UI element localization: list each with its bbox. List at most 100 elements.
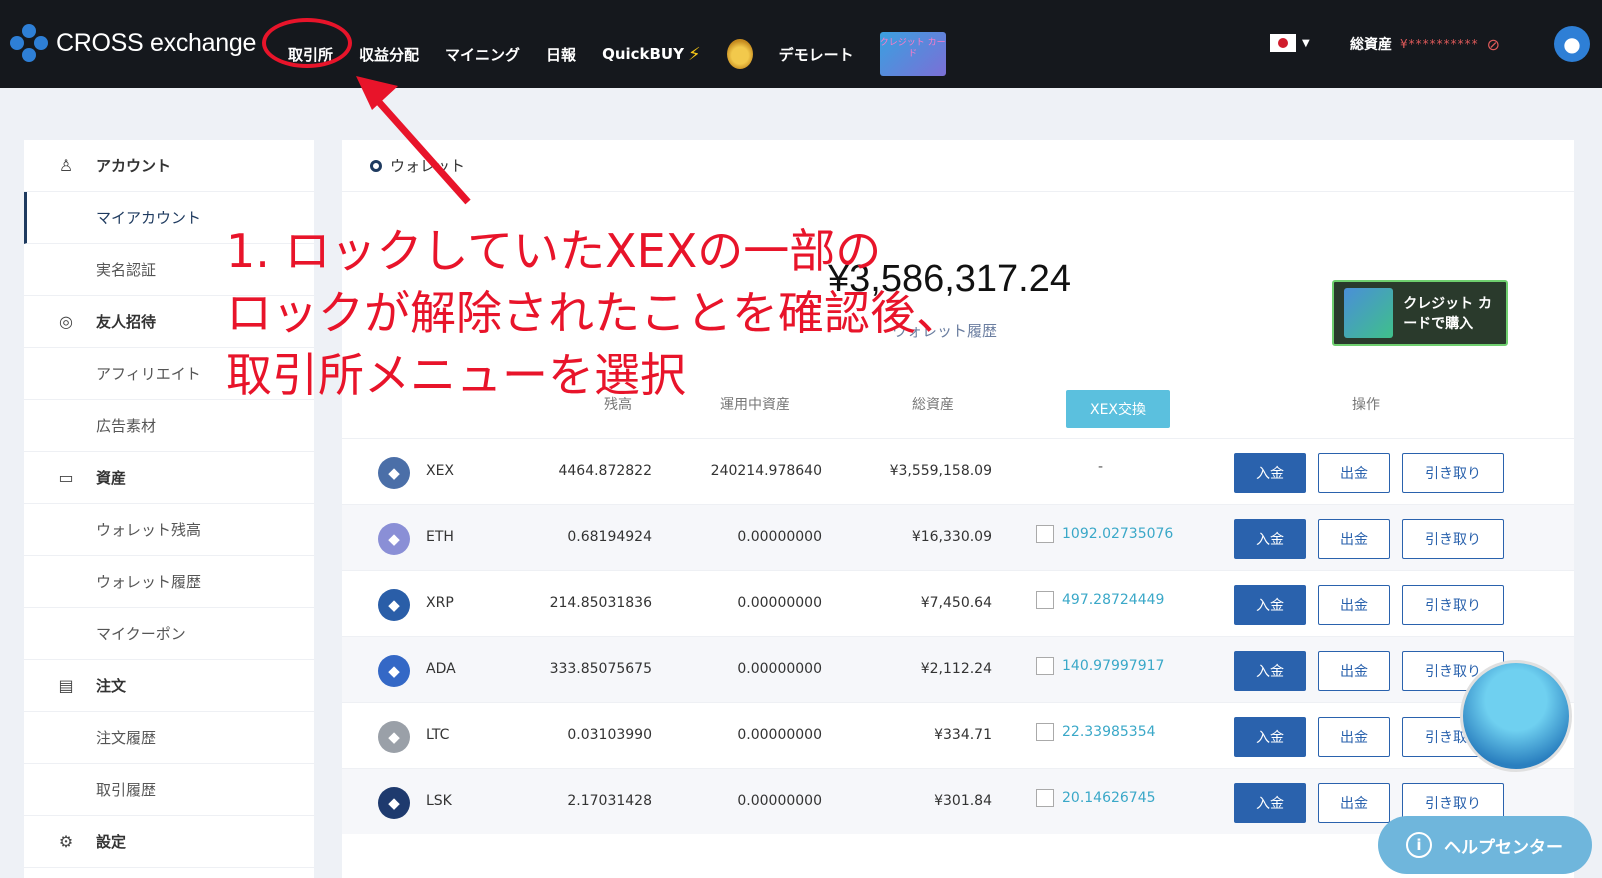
withdraw-button[interactable]: 出金 — [1318, 717, 1390, 757]
chevron-down-icon: ▼ — [1302, 37, 1310, 49]
balance-cell: 2.17031428 — [567, 793, 652, 809]
xex-checkbox[interactable] — [1036, 657, 1054, 675]
sidebar-item-account[interactable]: ♙ アカウント — [24, 140, 314, 192]
annotation-line: ロックが解除されたことを確認後、 — [226, 286, 962, 340]
gear-icon: ⚙ — [58, 832, 74, 851]
annotation-arrow-icon — [356, 76, 471, 205]
xex-checkbox[interactable] — [1036, 789, 1054, 807]
help-center-button[interactable]: i ヘルプセンター — [1378, 816, 1592, 874]
in-use-cell: 0.00000000 — [737, 793, 822, 809]
xex-cell: - — [1098, 459, 1103, 475]
coin-symbol: XRP — [426, 595, 454, 611]
user-avatar[interactable]: ● — [1554, 26, 1590, 62]
logo-text: CROSS exchange — [56, 28, 257, 57]
total-cell: ¥3,559,158.09 — [889, 463, 992, 479]
annotation-line: 1. ロックしていたXEXの一部の — [226, 224, 882, 278]
sidebar-item-settings[interactable]: ⚙ 設定 — [24, 816, 314, 868]
sidebar-label: アカウント — [96, 157, 172, 175]
total-cell: ¥7,450.64 — [920, 595, 992, 611]
sidebar-item-coupon[interactable]: マイクーポン — [24, 608, 314, 660]
nav-quickbuy-label: QuickBUY — [602, 45, 684, 63]
total-cell: ¥301.84 — [934, 793, 992, 809]
logo[interactable]: CROSS exchange — [10, 24, 256, 62]
xex-cell: 20.14626745 — [1036, 789, 1156, 807]
coin-ada-icon: ◆ — [378, 655, 410, 687]
table-row: ◆ LTC 0.03103990 0.00000000 ¥334.71 22.339853… — [342, 702, 1574, 768]
in-use-cell: 240214.978640 — [710, 463, 822, 479]
logo-mark-icon — [10, 24, 48, 62]
coin-symbol: ADA — [426, 661, 456, 677]
nav-demo[interactable]: デモレート — [779, 44, 854, 65]
nav-quickbuy[interactable]: QuickBUY ⚡ — [602, 44, 701, 65]
user-icon: ● — [1563, 32, 1581, 56]
xex-checkbox[interactable] — [1036, 591, 1054, 609]
coin-xex-icon: ◆ — [378, 457, 410, 489]
sidebar-item-wallet-balance[interactable]: ウォレット残高 — [24, 504, 314, 556]
xex-exchange-button[interactable]: XEX交換 — [1066, 390, 1170, 428]
sidebar-item-orders[interactable]: ▤ 注文 — [24, 660, 314, 712]
table-row: ◆ XRP 214.85031836 0.00000000 ¥7,450.64 497.2… — [342, 570, 1574, 636]
deposit-button[interactable]: 入金 — [1234, 783, 1306, 823]
language-selector[interactable]: ▼ — [1270, 34, 1310, 52]
in-use-cell: 0.00000000 — [737, 661, 822, 677]
withdraw-button[interactable]: 出金 — [1318, 585, 1390, 625]
bolt-icon: ⚡ — [687, 43, 701, 65]
table-row: ◆ ADA 333.85075675 0.00000000 ¥2,112.24 140.9… — [342, 636, 1574, 702]
deposit-button[interactable]: 入金 — [1234, 453, 1306, 493]
sidebar-item-wallet-history[interactable]: ウォレット履歴 — [24, 556, 314, 608]
sidebar-item-assets[interactable]: ▭ 資産 — [24, 452, 314, 504]
wallet-header: ウォレット — [342, 140, 1574, 192]
user-icon: ♙ — [58, 156, 74, 175]
buy-button-label: クレジット カードで購入 — [1403, 296, 1493, 332]
credit-card-icon — [1344, 288, 1394, 338]
withdraw-button[interactable]: 出金 — [1318, 783, 1390, 823]
eye-hidden-icon[interactable]: ⊘ — [1487, 35, 1500, 54]
annotation-text: 1. ロックしていたXEXの一部の ロックが解除されたことを確認後、 取引所メニ… — [226, 220, 962, 406]
sidebar-item-trade-history[interactable]: 取引履歴 — [24, 764, 314, 816]
credit-card-buy-button[interactable]: クレジット カードで購入 — [1332, 280, 1508, 346]
coin-symbol: LSK — [426, 793, 452, 809]
deposit-button[interactable]: 入金 — [1234, 519, 1306, 559]
nav-mining[interactable]: マイニング — [445, 44, 520, 65]
xex-value[interactable]: 140.97997917 — [1062, 658, 1164, 674]
xex-value[interactable]: 497.28724449 — [1062, 592, 1164, 608]
help-center-label: ヘルプセンター — [1444, 837, 1563, 858]
coin-ltc-icon: ◆ — [378, 721, 410, 753]
floating-ad-banner[interactable] — [1460, 660, 1572, 772]
total-assets: 総資産 ¥********** ⊘ — [1350, 34, 1500, 54]
medal-icon[interactable] — [726, 39, 753, 69]
in-use-cell: 0.00000000 — [737, 529, 822, 545]
withdraw-button[interactable]: 出金 — [1318, 651, 1390, 691]
xex-checkbox[interactable] — [1036, 525, 1054, 543]
balance-cell: 0.03103990 — [567, 727, 652, 743]
xex-checkbox[interactable] — [1036, 723, 1054, 741]
xex-value: - — [1098, 459, 1104, 475]
nav-daily[interactable]: 日報 — [546, 44, 576, 65]
folder-icon: ▭ — [58, 468, 74, 487]
pull-button[interactable]: 引き取り — [1402, 519, 1504, 559]
deposit-button[interactable]: 入金 — [1234, 651, 1306, 691]
sidebar-label: 注文 — [96, 677, 127, 695]
deposit-button[interactable]: 入金 — [1234, 717, 1306, 757]
xex-value[interactable]: 1092.02735076 — [1062, 526, 1173, 542]
withdraw-button[interactable]: 出金 — [1318, 519, 1390, 559]
pull-button[interactable]: 引き取り — [1402, 453, 1504, 493]
pull-button[interactable]: 引き取り — [1402, 585, 1504, 625]
xex-cell: 497.28724449 — [1036, 591, 1164, 609]
credit-card-banner[interactable]: クレジット カード — [879, 32, 946, 76]
withdraw-button[interactable]: 出金 — [1318, 453, 1390, 493]
top-navbar: CROSS exchange 取引所 収益分配 マイニング 日報 QuickBU… — [0, 0, 1602, 88]
sidebar-item-order-history[interactable]: 注文履歴 — [24, 712, 314, 764]
total-cell: ¥334.71 — [934, 727, 992, 743]
balance-cell: 4464.872822 — [558, 463, 652, 479]
nav-revenue[interactable]: 収益分配 — [359, 44, 419, 65]
info-icon: i — [1406, 832, 1432, 858]
xex-value[interactable]: 20.14626745 — [1062, 790, 1156, 806]
in-use-cell: 0.00000000 — [737, 595, 822, 611]
japan-flag-icon — [1270, 34, 1296, 52]
sidebar-item-ad-materials[interactable]: 広告素材 — [24, 400, 314, 452]
xex-value[interactable]: 22.33985354 — [1062, 724, 1156, 740]
coin-xrp-icon: ◆ — [378, 589, 410, 621]
deposit-button[interactable]: 入金 — [1234, 585, 1306, 625]
xex-cell: 140.97997917 — [1036, 657, 1164, 675]
